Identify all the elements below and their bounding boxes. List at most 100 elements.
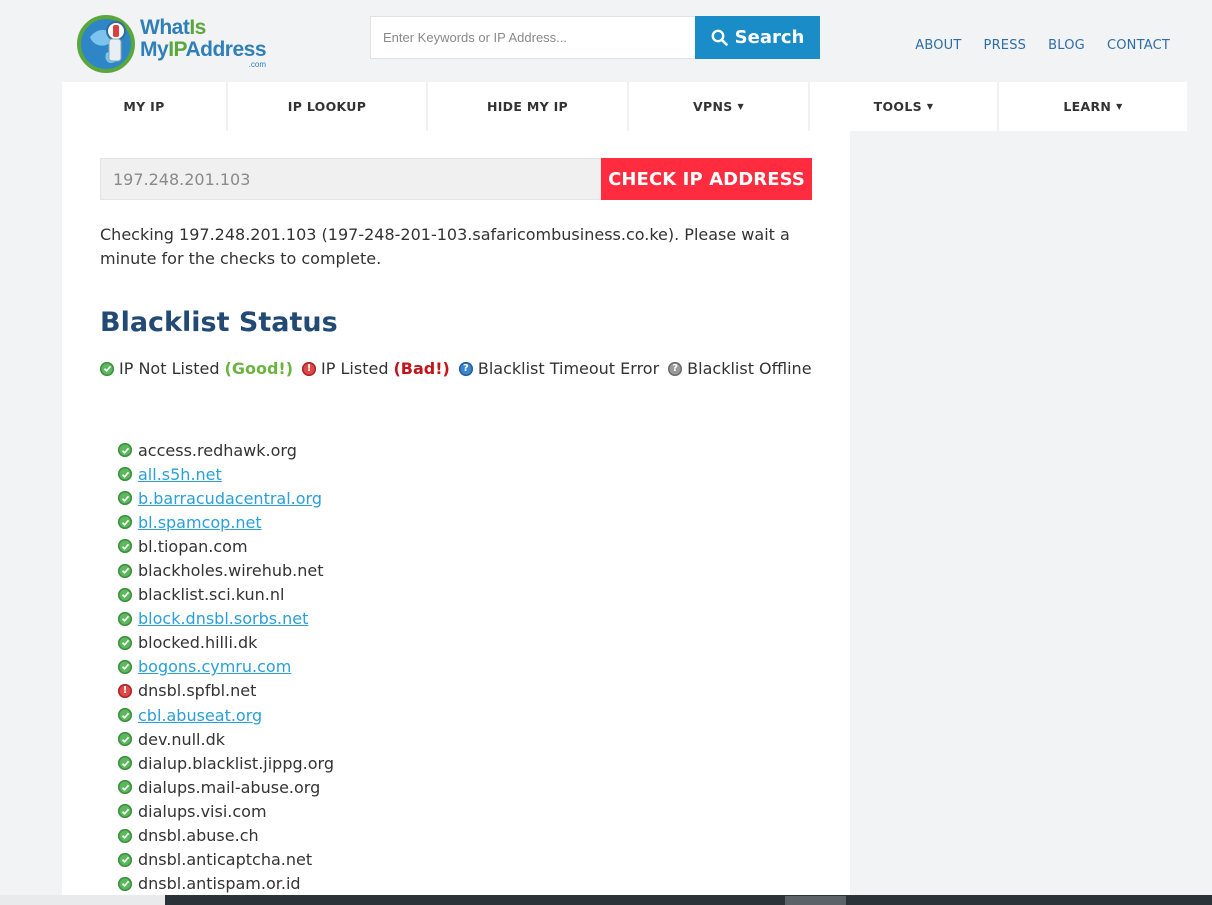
blacklist-name: blocked.hilli.dk (138, 633, 258, 653)
list-item: cbl.abuseat.org (118, 703, 334, 727)
exclamation-circle-icon: ! (302, 361, 317, 376)
list-item: blackholes.wirehub.net (118, 558, 334, 582)
list-item: dialups.mail-abuse.org (118, 775, 334, 799)
site-search: Search (370, 16, 820, 59)
checking-status-text: Checking 197.248.201.103 (197-248-201-10… (100, 225, 790, 268)
check-circle-icon (118, 587, 132, 602)
blacklist-name: dialups.mail-abuse.org (138, 777, 321, 797)
blacklist-link[interactable]: bl.spamcop.net (138, 513, 262, 532)
check-circle-icon (118, 659, 132, 674)
legend-offline: ? Blacklist Offline (668, 359, 812, 378)
ip-address-input[interactable] (100, 158, 601, 200)
list-item: dialup.blacklist.jippg.org (118, 751, 334, 775)
blacklist-link[interactable]: block.dnsbl.sorbs.net (138, 609, 308, 628)
blacklist-name: dnsbl.anticaptcha.net (138, 850, 313, 870)
logo-text-my: My (140, 38, 169, 61)
legend-label: IP Listed (321, 359, 389, 378)
check-circle-icon (118, 828, 132, 843)
site-logo[interactable]: WhatIs MyIPAddress .com (76, 10, 276, 76)
check-circle-icon (118, 780, 132, 795)
logo-text-ip: IP (168, 38, 186, 61)
blacklist-link[interactable]: bogons.cymru.com (138, 657, 291, 676)
check-circle-icon (118, 443, 132, 458)
status-bar-left (0, 895, 165, 905)
site-header: WhatIs MyIPAddress .com Search ABOUT PRE… (0, 0, 1212, 82)
top-link-press[interactable]: PRESS (984, 38, 1027, 53)
blacklist-name: bl.tiopan.com (138, 536, 248, 556)
main-content: CHECK IP ADDRESS Checking 197.248.201.10… (62, 131, 850, 905)
search-button[interactable]: Search (695, 16, 820, 59)
list-item: block.dnsbl.sorbs.net (118, 607, 334, 631)
blacklist-name: dnsbl.antispam.or.id (138, 874, 301, 894)
caret-down-icon: ▼ (1116, 102, 1123, 111)
logo-text-is: Is (189, 16, 206, 39)
nav-item-tools[interactable]: TOOLS ▼ (810, 82, 999, 131)
search-icon (711, 29, 728, 46)
list-item: dialups.visi.com (118, 799, 334, 823)
check-circle-icon (118, 756, 132, 771)
check-circle-icon (118, 732, 132, 747)
top-link-about[interactable]: ABOUT (915, 38, 961, 53)
list-item: dnsbl.anticaptcha.net (118, 848, 334, 872)
check-circle-icon (118, 804, 132, 819)
legend-label: Blacklist Offline (687, 359, 812, 378)
legend-bad: (Bad!) (393, 359, 450, 378)
blacklist-link[interactable]: b.barracudacentral.org (138, 489, 322, 508)
list-item: access.redhawk.org (118, 438, 334, 462)
horizontal-scrollbar[interactable] (165, 895, 1212, 905)
blacklist-link[interactable]: all.s5h.net (138, 465, 222, 484)
blacklist-name: dev.null.dk (138, 729, 225, 749)
blacklist-link[interactable]: cbl.abuseat.org (138, 706, 262, 725)
list-item: bl.spamcop.net (118, 510, 334, 534)
nav-item-ip-lookup[interactable]: IP LOOKUP (228, 82, 428, 131)
check-circle-icon (118, 708, 132, 723)
check-circle-icon (118, 563, 132, 578)
blacklist-name: blackholes.wirehub.net (138, 561, 324, 581)
logo-text-address: Address (185, 38, 267, 61)
check-circle-icon (118, 611, 132, 626)
top-link-blog[interactable]: BLOG (1048, 38, 1085, 53)
main-nav: MY IP IP LOOKUP HIDE MY IP VPNS ▼ TOOLS ▼ … (62, 82, 1187, 131)
search-input[interactable] (370, 16, 695, 59)
logo-text-what: What (140, 16, 190, 39)
list-item: ! dnsbl.spfbl.net (118, 679, 334, 703)
check-circle-icon (118, 852, 132, 867)
check-circle-icon (118, 539, 132, 554)
scrollbar-thumb[interactable] (785, 896, 846, 905)
nav-item-hide-my-ip[interactable]: HIDE MY IP (428, 82, 629, 131)
ip-check-form: CHECK IP ADDRESS (100, 158, 812, 200)
check-circle-icon (118, 467, 132, 482)
nav-item-label: HIDE MY IP (486, 99, 569, 114)
nav-item-label: LEARN (1063, 99, 1112, 114)
search-button-label: Search (734, 27, 805, 48)
top-links: ABOUT PRESS BLOG CONTACT (893, 38, 1170, 53)
legend-listed: ! IP Listed (Bad!) (302, 359, 450, 378)
check-circle-icon (118, 635, 132, 650)
blacklist-list: access.redhawk.org all.s5h.net b.barracuda… (118, 438, 334, 896)
blacklist-name: access.redhawk.org (138, 440, 297, 460)
nav-item-my-ip[interactable]: MY IP (62, 82, 228, 131)
nav-item-vpns[interactable]: VPNS ▼ (629, 82, 810, 131)
legend-timeout: ? Blacklist Timeout Error (458, 359, 659, 378)
nav-item-learn[interactable]: LEARN ▼ (999, 82, 1187, 131)
list-item: blacklist.sci.kun.nl (118, 583, 334, 607)
check-circle-icon (118, 491, 132, 506)
top-link-contact[interactable]: CONTACT (1107, 38, 1170, 53)
logo-text-com: .com (248, 60, 267, 69)
nav-item-label: MY IP (123, 99, 165, 114)
blacklist-name: dialups.visi.com (138, 801, 267, 821)
list-item: all.s5h.net (118, 462, 334, 486)
blacklist-name: blacklist.sci.kun.nl (138, 585, 285, 605)
list-item: blocked.hilli.dk (118, 631, 334, 655)
list-item: bl.tiopan.com (118, 534, 334, 558)
blacklist-name: dnsbl.abuse.ch (138, 826, 259, 846)
caret-down-icon: ▼ (926, 102, 934, 111)
nav-item-label: TOOLS (873, 99, 922, 114)
nav-item-label: IP LOOKUP (287, 99, 367, 114)
legend-label: IP Not Listed (119, 359, 220, 378)
caret-down-icon: ▼ (737, 102, 744, 111)
blacklist-name: dnsbl.spfbl.net (138, 681, 257, 701)
check-circle-icon (118, 876, 132, 891)
check-ip-button[interactable]: CHECK IP ADDRESS (601, 158, 812, 200)
question-circle-gray-icon: ? (668, 361, 683, 376)
